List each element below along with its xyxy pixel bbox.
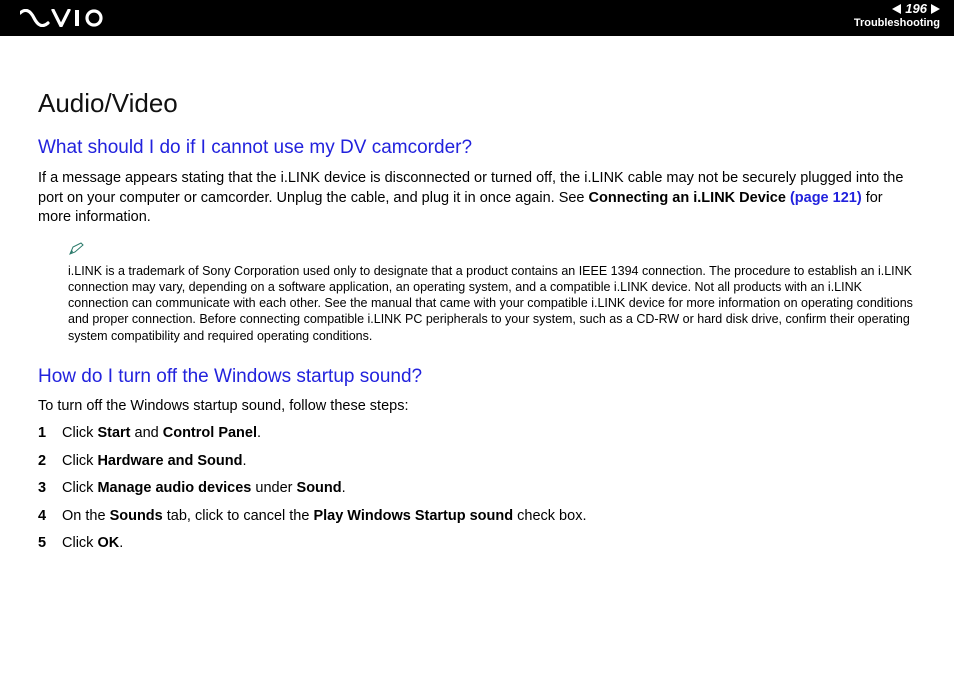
step-text: .	[242, 453, 246, 469]
question-2-intro: To turn off the Windows startup sound, f…	[38, 398, 916, 414]
step-bold: Control Panel	[163, 425, 257, 441]
step-item: Click Start and Control Panel.	[38, 424, 916, 444]
page-content: Audio/Video What should I do if I cannot…	[0, 36, 954, 582]
step-bold: Sounds	[110, 508, 163, 524]
section-breadcrumb: Troubleshooting	[854, 16, 940, 30]
question-1-heading: What should I do if I cannot use my DV c…	[38, 137, 916, 159]
step-text: On the	[62, 508, 110, 524]
question-2-heading: How do I turn off the Windows startup so…	[38, 366, 916, 388]
step-text: and	[131, 425, 163, 441]
step-bold: Play Windows Startup sound	[313, 508, 513, 524]
note-text: i.LINK is a trademark of Sony Corporatio…	[68, 263, 916, 344]
page-title: Audio/Video	[38, 88, 916, 119]
step-text: tab, click to cancel the	[163, 508, 314, 524]
step-bold: Sound	[297, 480, 342, 496]
step-text: under	[251, 480, 296, 496]
page-121-link[interactable]: (page 121)	[790, 190, 862, 206]
step-bold: Start	[97, 425, 130, 441]
note-pencil-icon	[68, 242, 916, 261]
step-bold: Hardware and Sound	[97, 453, 242, 469]
step-item: Click OK.	[38, 534, 916, 554]
step-item: On the Sounds tab, click to cancel the P…	[38, 507, 916, 527]
header-bar: 196 Troubleshooting	[0, 0, 954, 36]
step-item: Click Manage audio devices under Sound.	[38, 479, 916, 499]
step-text: Click	[62, 535, 97, 551]
steps-list: Click Start and Control Panel. Click Har…	[38, 424, 916, 554]
vaio-logo-svg	[20, 9, 108, 27]
step-text: check box.	[513, 508, 586, 524]
question-1-paragraph: If a message appears stating that the i.…	[38, 169, 916, 228]
vaio-logo	[20, 9, 108, 27]
step-text: .	[257, 425, 261, 441]
step-bold: Manage audio devices	[97, 480, 251, 496]
page-nav: 196	[854, 2, 940, 16]
step-text: Click	[62, 480, 97, 496]
step-text: .	[119, 535, 123, 551]
step-bold: OK	[97, 535, 119, 551]
step-text: Click	[62, 425, 97, 441]
next-page-arrow-icon[interactable]	[931, 4, 940, 14]
step-text: Click	[62, 453, 97, 469]
prev-page-arrow-icon[interactable]	[892, 4, 901, 14]
q1-bold-ref: Connecting an i.LINK Device	[589, 190, 790, 206]
header-right: 196 Troubleshooting	[854, 2, 940, 30]
page-number: 196	[905, 2, 927, 16]
note-block: i.LINK is a trademark of Sony Corporatio…	[68, 242, 916, 344]
step-item: Click Hardware and Sound.	[38, 452, 916, 472]
step-text: .	[342, 480, 346, 496]
